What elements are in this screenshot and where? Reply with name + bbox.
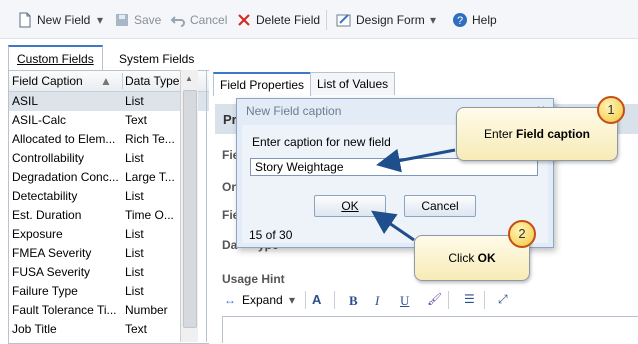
arrow-to-ok xyxy=(371,210,415,242)
callout-2-text-a: Click xyxy=(448,251,478,265)
callout-2-text-b: OK xyxy=(477,251,496,265)
step-2-badge: 2 xyxy=(508,220,536,248)
callout-1-text-a: Enter xyxy=(483,127,516,141)
callout-enter-caption: Enter Field caption xyxy=(456,107,618,161)
arrow-to-input xyxy=(376,148,456,173)
callout-1-text-b: Field caption xyxy=(516,127,591,141)
step-1-badge: 1 xyxy=(597,96,625,124)
annotation-arrows xyxy=(371,148,456,242)
